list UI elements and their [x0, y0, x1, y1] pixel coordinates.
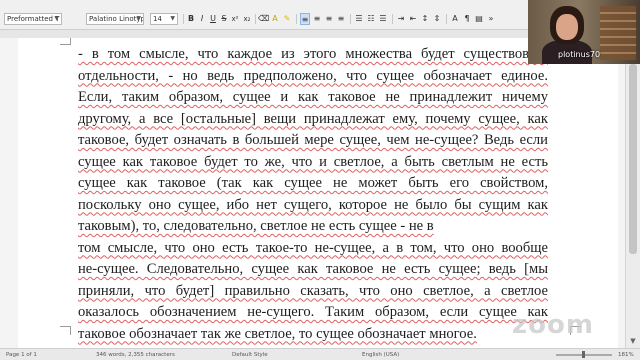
font-size-value: 14 [153, 15, 162, 23]
toolbar-divider [255, 14, 256, 24]
align-left-icon[interactable]: ≡ [300, 13, 310, 25]
text-line: таковое обозначает так же светлое, то су… [78, 325, 477, 342]
superscript-button[interactable]: x² [230, 13, 240, 25]
zoom-level[interactable]: 181% [618, 352, 634, 358]
numbered-list-icon[interactable]: ☷ [366, 13, 376, 25]
toolbar-divider [296, 14, 297, 24]
text-line: том смысле, что оно есть такое-то не-сущ… [78, 239, 548, 256]
underline-button[interactable]: U [208, 13, 218, 25]
text-line: таковое, будет означать в большей мере с… [78, 132, 548, 148]
participant-name: plotinus70 [558, 50, 601, 59]
participant-face-image [556, 14, 578, 40]
highlight-icon[interactable]: ✎ [282, 13, 292, 25]
text-line: - в том смысле, что каждое из этого множ… [78, 46, 548, 62]
paragraph-style-select[interactable]: Preformatted T ▼ [4, 13, 62, 25]
bookshelf-image [600, 6, 636, 60]
participant-video: plotinus70 [528, 0, 640, 64]
vertical-scrollbar[interactable]: ▲ ▲ ▼ [625, 38, 640, 348]
toolbar-divider [350, 14, 351, 24]
align-right-icon[interactable]: ≡ [324, 13, 334, 25]
zoom-watermark: zoom [512, 310, 594, 340]
font-size-select[interactable]: 14 ▼ [150, 13, 178, 25]
scrollbar-thumb[interactable] [629, 64, 637, 254]
text-line: Если, таким образом, сущее и как таковое… [78, 89, 548, 105]
toolbar-divider [183, 14, 184, 24]
text-line: сущее как таковое (так как сущее не може… [78, 175, 548, 191]
paragraph-icon[interactable]: ¶ [462, 13, 472, 25]
toolbar-divider [446, 14, 447, 24]
more-options-icon[interactable]: » [486, 13, 496, 25]
text-line: таковым), то, следовательно, светлое не … [78, 218, 434, 234]
chevron-down-icon: ▼ [136, 15, 141, 22]
document-text[interactable]: - в том смысле, что каждое из этого множ… [78, 44, 548, 345]
sidebar-icon[interactable]: ▤ [474, 13, 484, 25]
text-line: поскольку оно сущее, ибо нет сущего, кот… [78, 196, 548, 213]
outline-list-icon[interactable]: ☰ [378, 13, 388, 25]
subscript-button[interactable]: x₂ [242, 13, 252, 25]
paragraph-spacing-icon[interactable]: ↕ [420, 13, 430, 25]
decrease-indent-icon[interactable]: ⇤ [408, 13, 418, 25]
page-style[interactable]: Default Style [232, 352, 268, 358]
chevron-down-icon: ▼ [54, 15, 59, 22]
strikethrough-button[interactable]: S [219, 13, 229, 25]
align-justify-icon[interactable]: ≡ [336, 13, 346, 25]
bold-button[interactable]: B [186, 13, 196, 25]
font-name-select[interactable]: Palatino Linotyp ▼ [86, 13, 144, 25]
paragraph-style-value: Preformatted T [7, 15, 60, 23]
increase-indent-icon[interactable]: ⇥ [396, 13, 406, 25]
text-line: не-сущее. Следовательно, сущее как таков… [78, 261, 548, 277]
text-line: приняли, что будет] правильно сказать, ч… [78, 282, 548, 299]
status-bar: Page 1 of 1 346 words, 2,355 characters … [0, 348, 640, 360]
text-line: оказалось обозначением не-сущего. Таким … [78, 304, 548, 320]
font-color-icon[interactable]: A [270, 13, 280, 25]
bullet-list-icon[interactable]: ☰ [354, 13, 364, 25]
page-count: Page 1 of 1 [6, 352, 37, 358]
zoom-slider-handle[interactable] [582, 351, 585, 358]
align-center-icon[interactable]: ≡ [312, 13, 322, 25]
scroll-down-icon[interactable]: ▼ [628, 336, 638, 346]
toolbar-divider [392, 14, 393, 24]
text-line: другому, а все [остальные] вещи принадле… [78, 110, 548, 127]
clear-formatting-icon[interactable]: ⌫ [258, 13, 269, 25]
margin-marker [60, 38, 71, 45]
character-icon[interactable]: A [450, 13, 460, 25]
line-spacing-icon[interactable]: ⇕ [432, 13, 442, 25]
text-line: отдельности, - но ведь предположено, что… [78, 67, 548, 84]
italic-button[interactable]: I [197, 13, 207, 25]
margin-marker [60, 326, 71, 335]
language-status[interactable]: English (USA) [362, 352, 399, 358]
text-line: сущее как таковое будет то же, что и све… [78, 153, 548, 170]
chevron-down-icon: ▼ [170, 15, 175, 22]
word-count[interactable]: 346 words, 2,355 characters [96, 352, 175, 358]
